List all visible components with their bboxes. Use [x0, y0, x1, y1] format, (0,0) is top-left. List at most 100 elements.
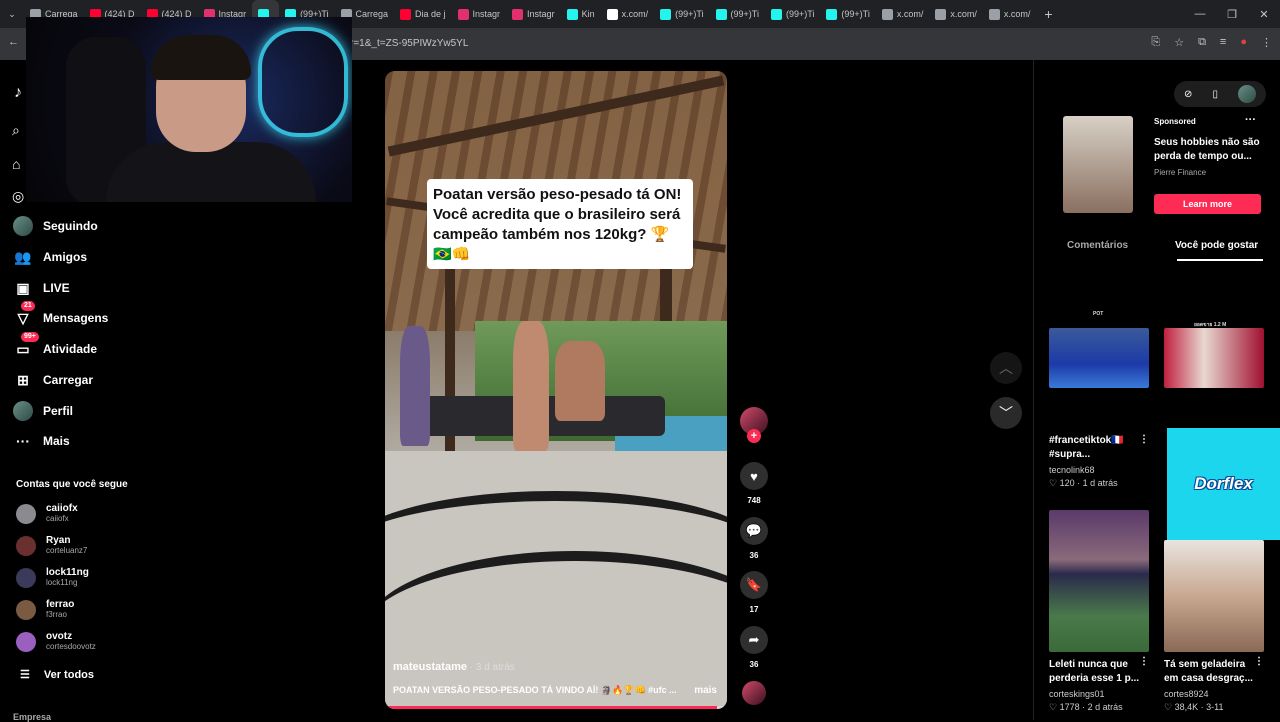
- music-disc-action[interactable]: [736, 681, 772, 705]
- footer-company[interactable]: Empresa: [13, 712, 51, 722]
- install-icon[interactable]: ⎘: [1151, 36, 1160, 49]
- card-author[interactable]: cortes8924: [1164, 689, 1264, 699]
- tab-search-icon[interactable]: ⌄: [0, 9, 24, 20]
- video-card[interactable]: ยอดขาย 1.2 M: [1164, 308, 1264, 394]
- card-thumbnail[interactable]: [1164, 540, 1264, 652]
- address-bar-icons: ⎘ ☆ ⧉ ≡ ● ⋮: [1151, 36, 1272, 49]
- new-tab-button[interactable]: +: [1036, 6, 1060, 22]
- card-thumbnail[interactable]: [1164, 328, 1264, 388]
- more-link[interactable]: mais: [694, 685, 717, 696]
- tab-comments[interactable]: Comentários: [1067, 240, 1128, 251]
- tab-you-may-like[interactable]: Você pode gostar: [1175, 240, 1258, 251]
- browser-tab[interactable]: x.com/: [876, 0, 930, 28]
- browser-tab[interactable]: x.com/: [983, 0, 1037, 28]
- browser-tab[interactable]: Instagr: [506, 0, 561, 28]
- tab-label: Dia de j: [415, 9, 446, 19]
- browser-tab[interactable]: (99+)Ti: [765, 0, 820, 28]
- browser-tab[interactable]: (99+)Ti: [654, 0, 709, 28]
- account-handle: corteluanz7: [46, 546, 88, 555]
- video-progress-fill: [385, 706, 717, 709]
- browser-tab[interactable]: Kin: [561, 0, 601, 28]
- save-action[interactable]: 🔖 17: [736, 571, 772, 614]
- video-author[interactable]: mateustatame · 3 d atrás: [393, 661, 515, 673]
- compass-icon[interactable]: ⊘: [1184, 89, 1192, 100]
- sidebar-item-live[interactable]: ▣ LIVE: [13, 278, 69, 298]
- maximize-icon[interactable]: ❐: [1216, 8, 1248, 21]
- card-thumbnail[interactable]: [1049, 510, 1149, 652]
- video-description: POATAN VERSÃO PESO-PESADO TÁ VINDO AÍ! 🗿…: [393, 685, 677, 695]
- card-more-icon[interactable]: ⋮: [1254, 656, 1264, 667]
- back-icon[interactable]: ←: [8, 36, 19, 48]
- like-action[interactable]: ♥ 748: [736, 462, 772, 505]
- heart-icon[interactable]: ♥: [740, 462, 768, 490]
- profile-icon[interactable]: ●: [1240, 36, 1247, 49]
- tab-favicon-icon: [988, 8, 1000, 20]
- video-card[interactable]: ⋮ Tá sem geladeira em casa desgraç... co…: [1164, 540, 1264, 713]
- url-input[interactable]: r=1&_t=ZS-95PIWzYw5YL: [350, 34, 468, 54]
- panel-divider: [1033, 60, 1034, 720]
- browser-tab[interactable]: x.com/: [601, 0, 655, 28]
- share-action[interactable]: ➦ 36: [736, 626, 772, 669]
- comment-icon[interactable]: 💬: [740, 517, 768, 545]
- minimize-icon[interactable]: —: [1184, 8, 1216, 20]
- previous-video-chevron-up-icon[interactable]: ︿: [990, 352, 1022, 384]
- sidebar-item-perfil[interactable]: Perfil: [13, 401, 73, 421]
- creator-avatar-action[interactable]: +: [736, 407, 772, 443]
- followed-account[interactable]: lock11ng lock11ng: [16, 567, 89, 588]
- messages-icon: ▽ 21: [13, 301, 35, 328]
- card-author[interactable]: tecnolink68: [1049, 465, 1149, 475]
- followed-account[interactable]: caiiofx caiiofx: [16, 503, 78, 524]
- card-age: 3-11: [1206, 702, 1224, 712]
- menu-icon[interactable]: ⋮: [1261, 36, 1272, 49]
- see-all-label: Ver todos: [43, 668, 94, 681]
- reading-list-icon[interactable]: ≡: [1220, 36, 1226, 49]
- card-thumbnail[interactable]: [1049, 328, 1149, 388]
- followed-account[interactable]: Ryan corteluanz7: [16, 535, 87, 556]
- bookmark-icon[interactable]: 🔖: [740, 571, 768, 599]
- browser-tab[interactable]: x.com/: [929, 0, 983, 28]
- mobile-icon[interactable]: ▯: [1212, 89, 1218, 100]
- ad-more-icon[interactable]: ···: [1245, 114, 1256, 126]
- sidebar-item-amigos[interactable]: 👥 Amigos: [13, 247, 87, 267]
- video-player[interactable]: Poatan versão peso-pesado tá ON! Você ac…: [385, 71, 727, 709]
- sidebar-item-mais[interactable]: ··· Mais: [13, 431, 70, 451]
- ad-title: Seus hobbies não são perda de tempo ou..…: [1154, 137, 1260, 162]
- video-age: · 3 d atrás: [466, 662, 515, 673]
- sidebar-item-mensagens[interactable]: ▽ 21 Mensagens: [13, 301, 108, 328]
- sidebar-item-carregar[interactable]: ⊞ Carregar: [13, 370, 93, 390]
- card-more-icon[interactable]: ⋮: [1139, 656, 1149, 667]
- card-more-icon[interactable]: ⋮: [1139, 434, 1149, 445]
- avatar: [16, 535, 36, 556]
- follow-plus-icon[interactable]: +: [747, 429, 761, 443]
- comment-action[interactable]: 💬 36: [736, 517, 772, 560]
- close-icon[interactable]: ✕: [1248, 8, 1280, 21]
- extensions-icon[interactable]: ⧉: [1198, 36, 1206, 49]
- followed-account[interactable]: ovotz cortesdoovotz: [16, 631, 96, 652]
- video-card[interactable]: POT ⋮ #francetiktok🇫🇷 #supra... tecnolin…: [1049, 308, 1149, 489]
- browser-tab[interactable]: (99+)Ti: [820, 0, 875, 28]
- ad-thumbnail[interactable]: [1063, 116, 1133, 213]
- followed-account[interactable]: ferrao f3rrao: [16, 599, 74, 620]
- sidebar-item-seguindo[interactable]: Seguindo: [13, 216, 98, 236]
- dorflex-ad-overlay[interactable]: Dorflex: [1167, 428, 1280, 540]
- share-icon[interactable]: ➦: [740, 626, 768, 654]
- next-video-chevron-down-icon[interactable]: ﹀: [990, 397, 1022, 429]
- browser-tab[interactable]: Instagr: [452, 0, 507, 28]
- account-name: lock11ng: [46, 567, 89, 578]
- sidebar-item-atividade[interactable]: ▭ 99+ Atividade: [13, 332, 97, 359]
- browser-tab[interactable]: Dia de j: [394, 0, 452, 28]
- card-likes: 38,4K: [1174, 702, 1199, 712]
- video-card[interactable]: ⋮ Leleti nunca que perderia esse 1 p... …: [1049, 510, 1149, 713]
- learn-more-button[interactable]: Learn more: [1154, 194, 1261, 214]
- tiktok-logo-icon[interactable]: ♪: [14, 84, 22, 102]
- more-icon: ···: [16, 433, 30, 449]
- see-all-link[interactable]: ☰ Ver todos: [20, 668, 94, 682]
- bookmark-star-icon[interactable]: ☆: [1174, 36, 1184, 49]
- account-handle: f3rrao: [46, 610, 67, 619]
- tab-label: x.com/: [621, 9, 649, 19]
- card-author[interactable]: corteskings01: [1049, 689, 1149, 699]
- video-progress-bar[interactable]: [385, 706, 727, 709]
- user-avatar[interactable]: [1237, 85, 1256, 103]
- browser-tab[interactable]: (99+)Ti: [710, 0, 765, 28]
- sponsored-ad[interactable]: Sponsored ··· Seus hobbies não são perda…: [1049, 114, 1264, 216]
